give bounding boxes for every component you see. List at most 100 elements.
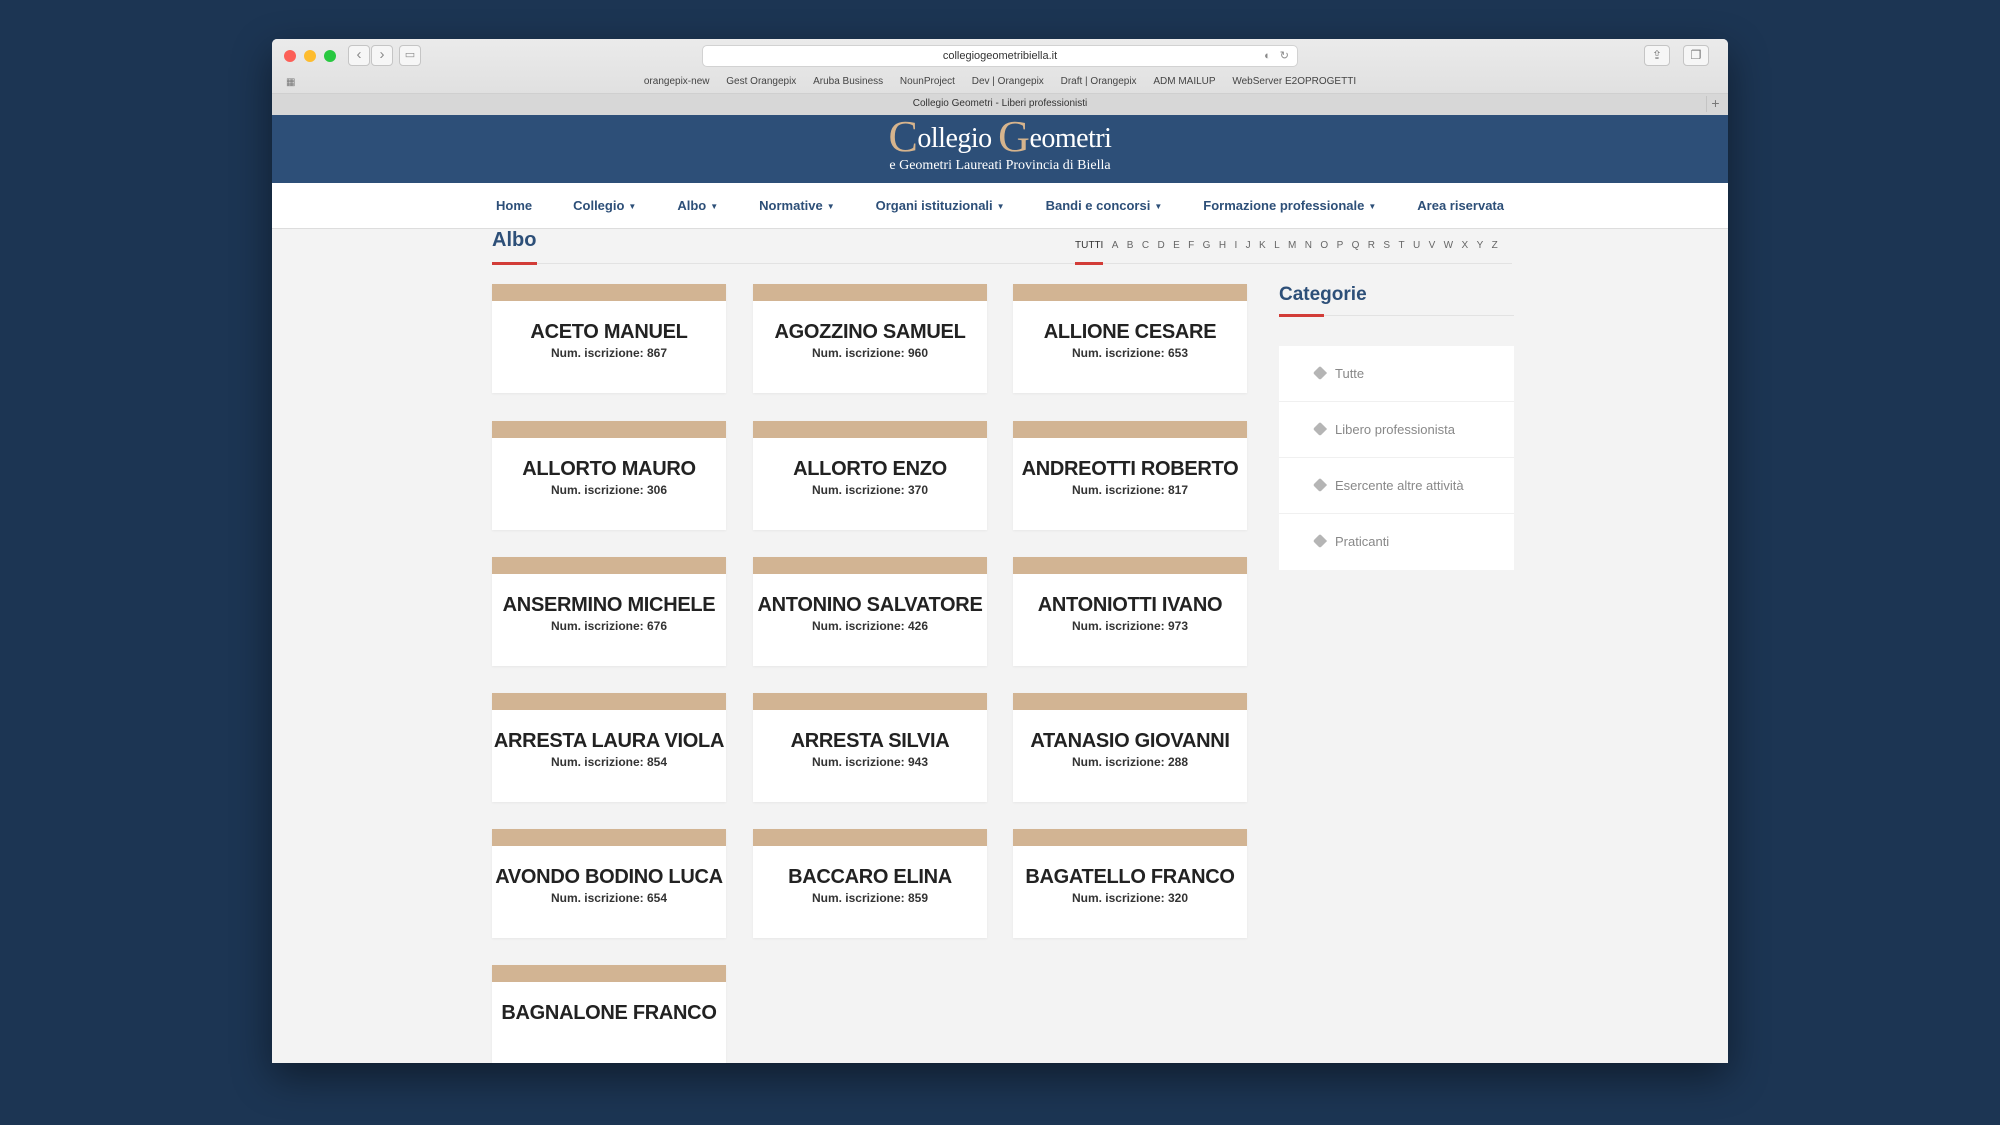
nav-item-collegio[interactable]: Collegio ▼ bbox=[573, 198, 636, 213]
bookmark-item[interactable]: Aruba Business bbox=[813, 76, 883, 87]
alpha-filter-letter[interactable]: H bbox=[1219, 240, 1226, 251]
member-card[interactable]: ACETO MANUEL Num. iscrizione: 867 bbox=[492, 284, 726, 393]
alpha-filter-letter[interactable]: F bbox=[1188, 240, 1194, 251]
alpha-filter-letter[interactable]: Z bbox=[1492, 240, 1498, 251]
address-bar[interactable]: collegiogeometribiella.it ◐ ↻ bbox=[702, 45, 1298, 67]
member-name: AGOZZINO SAMUEL bbox=[774, 321, 966, 343]
alpha-filter-letter[interactable]: X bbox=[1462, 240, 1469, 251]
alpha-filter-letter[interactable]: R bbox=[1368, 240, 1375, 251]
title-divider bbox=[492, 263, 1512, 264]
member-card[interactable]: ALLORTO ENZO Num. iscrizione: 370 bbox=[753, 421, 987, 530]
site-header: Collegio Geometri e Geometri Laureati Pr… bbox=[272, 115, 1728, 183]
alpha-filter-letter[interactable]: D bbox=[1157, 240, 1164, 251]
nav-label: Home bbox=[496, 198, 533, 213]
forward-icon[interactable]: › bbox=[371, 45, 393, 66]
alpha-filter-letter[interactable]: K bbox=[1259, 240, 1266, 251]
member-name: ACETO MANUEL bbox=[530, 321, 688, 343]
alpha-filter-letter[interactable]: V bbox=[1429, 240, 1436, 251]
back-icon[interactable]: ‹ bbox=[348, 45, 370, 66]
alpha-filter-letter[interactable]: T bbox=[1398, 240, 1404, 251]
member-number: Num. iscrizione: 973 bbox=[1071, 619, 1189, 633]
tag-icon bbox=[1312, 477, 1328, 493]
alpha-filter-letter[interactable]: A bbox=[1112, 240, 1119, 251]
alpha-filter-letter[interactable]: N bbox=[1305, 240, 1312, 251]
member-name: ANSERMINO MICHELE bbox=[502, 594, 716, 616]
audio-icon[interactable]: ◐ bbox=[1264, 50, 1271, 62]
alpha-filter-letter[interactable]: J bbox=[1246, 240, 1251, 251]
nav-item-normative[interactable]: Normative ▼ bbox=[759, 198, 835, 213]
alpha-filter-all[interactable]: TUTTI bbox=[1075, 240, 1104, 265]
alpha-filter-letter[interactable]: G bbox=[1203, 240, 1211, 251]
zoom-window-button[interactable] bbox=[324, 50, 336, 62]
nav-item-organi-istituzionali[interactable]: Organi istituzionali ▼ bbox=[876, 198, 1005, 213]
card-band bbox=[1013, 693, 1247, 710]
alpha-filter-letter[interactable]: W bbox=[1444, 240, 1453, 251]
member-card[interactable]: ANDREOTTI ROBERTO Num. iscrizione: 817 bbox=[1013, 421, 1247, 530]
member-number: Num. iscrizione: 676 bbox=[550, 619, 668, 633]
member-card[interactable]: AVONDO BODINO LUCA Num. iscrizione: 654 bbox=[492, 829, 726, 938]
category-item-tutte[interactable]: Tutte bbox=[1279, 346, 1514, 402]
reload-icon[interactable]: ↻ bbox=[1280, 50, 1289, 62]
minimize-window-button[interactable] bbox=[304, 50, 316, 62]
member-card[interactable]: ANTONIOTTI IVANO Num. iscrizione: 973 bbox=[1013, 557, 1247, 666]
bookmark-item[interactable]: ADM MAILUP bbox=[1153, 76, 1215, 87]
bookmark-item[interactable]: Gest Orangepix bbox=[726, 76, 796, 87]
member-name: BAGATELLO FRANCO bbox=[1025, 866, 1235, 888]
alpha-filter-letter[interactable]: S bbox=[1383, 240, 1390, 251]
nav-item-formazione-professionale[interactable]: Formazione professionale ▼ bbox=[1203, 198, 1376, 213]
member-card[interactable]: BAGNALONE FRANCO bbox=[492, 965, 726, 1063]
tab-active[interactable]: Collegio Geometri - Liberi professionist… bbox=[913, 98, 1088, 109]
nav-item-albo[interactable]: Albo ▼ bbox=[677, 198, 718, 213]
member-card[interactable]: BACCARO ELINA Num. iscrizione: 859 bbox=[753, 829, 987, 938]
member-card[interactable]: ALLIONE CESARE Num. iscrizione: 653 bbox=[1013, 284, 1247, 393]
bookmark-item[interactable]: Draft | Orangepix bbox=[1061, 76, 1137, 87]
category-label: Praticanti bbox=[1335, 534, 1390, 549]
card-band bbox=[492, 557, 726, 574]
member-card[interactable]: ARRESTA SILVIA Num. iscrizione: 943 bbox=[753, 693, 987, 802]
alpha-filter-letter[interactable]: U bbox=[1413, 240, 1420, 251]
nav-item-area-riservata[interactable]: Area riservata bbox=[1417, 198, 1504, 213]
member-card[interactable]: AGOZZINO SAMUEL Num. iscrizione: 960 bbox=[753, 284, 987, 393]
nav-item-home[interactable]: Home bbox=[496, 198, 532, 213]
category-item-praticanti[interactable]: Praticanti bbox=[1279, 514, 1514, 570]
card-band bbox=[753, 284, 987, 301]
bookmark-item[interactable]: Dev | Orangepix bbox=[972, 76, 1044, 87]
member-name: ANTONIOTTI IVANO bbox=[1037, 594, 1223, 616]
member-card[interactable]: ALLORTO MAURO Num. iscrizione: 306 bbox=[492, 421, 726, 530]
close-window-button[interactable] bbox=[284, 50, 296, 62]
page-title: Albo bbox=[492, 229, 537, 251]
site-logo[interactable]: Collegio Geometri e Geometri Laureati Pr… bbox=[889, 115, 1112, 174]
sidebar-icon[interactable]: ▭ bbox=[399, 45, 421, 66]
category-item-libero-professionista[interactable]: Libero professionista bbox=[1279, 402, 1514, 458]
card-band bbox=[492, 421, 726, 438]
nav-item-bandi-e-concorsi[interactable]: Bandi e concorsi ▼ bbox=[1046, 198, 1163, 213]
alpha-filter-letter[interactable]: M bbox=[1288, 240, 1296, 251]
alpha-filter-letter[interactable]: E bbox=[1173, 240, 1180, 251]
card-band bbox=[492, 829, 726, 846]
bookmark-item[interactable]: orangepix-new bbox=[644, 76, 710, 87]
new-tab-icon[interactable]: + bbox=[1706, 96, 1724, 112]
alpha-filter-letter[interactable]: Q bbox=[1352, 240, 1360, 251]
alpha-filter-letter[interactable]: P bbox=[1337, 240, 1344, 251]
member-card[interactable]: ANTONINO SALVATORE Num. iscrizione: 426 bbox=[753, 557, 987, 666]
alpha-filter-letter[interactable]: Y bbox=[1477, 240, 1484, 251]
nav-label: Area riservata bbox=[1417, 198, 1504, 213]
member-card[interactable]: ANSERMINO MICHELE Num. iscrizione: 676 bbox=[492, 557, 726, 666]
member-card[interactable]: ARRESTA LAURA VIOLA Num. iscrizione: 854 bbox=[492, 693, 726, 802]
member-number: Num. iscrizione: 306 bbox=[550, 483, 668, 497]
alpha-filter-letter[interactable]: L bbox=[1274, 240, 1280, 251]
card-band bbox=[1013, 284, 1247, 301]
tabs-icon[interactable]: ❐ bbox=[1683, 45, 1709, 66]
bookmark-item[interactable]: NounProject bbox=[900, 76, 955, 87]
member-name: BAGNALONE FRANCO bbox=[501, 1002, 717, 1024]
category-item-esercente-altre-attivita[interactable]: Esercente altre attività bbox=[1279, 458, 1514, 514]
member-card[interactable]: BAGATELLO FRANCO Num. iscrizione: 320 bbox=[1013, 829, 1247, 938]
member-card[interactable]: ATANASIO GIOVANNI Num. iscrizione: 288 bbox=[1013, 693, 1247, 802]
alpha-filter-letter[interactable]: C bbox=[1142, 240, 1149, 251]
alpha-filter-letter[interactable]: I bbox=[1234, 240, 1237, 251]
share-icon[interactable]: ⇪ bbox=[1644, 45, 1670, 66]
card-band bbox=[753, 693, 987, 710]
alpha-filter-letter[interactable]: B bbox=[1127, 240, 1134, 251]
alpha-filter-letter[interactable]: O bbox=[1320, 240, 1328, 251]
bookmark-item[interactable]: WebServer E2OPROGETTI bbox=[1232, 76, 1356, 87]
